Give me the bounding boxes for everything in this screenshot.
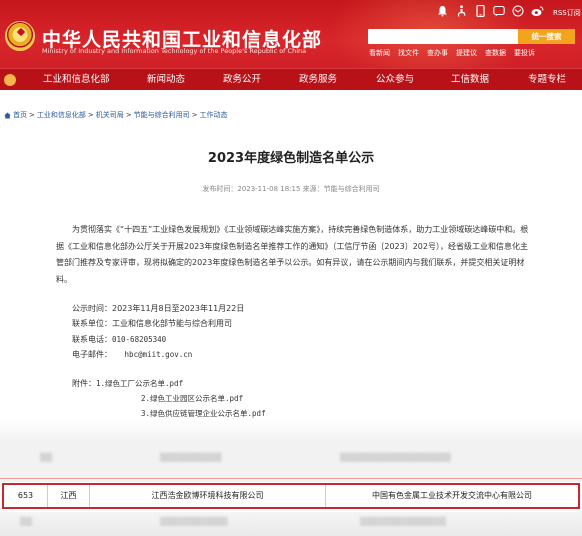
breadcrumb-sep: >	[87, 111, 94, 119]
article-meta: 发布时间：2023-11-08 18:15 来源：节能与综合利用司	[202, 185, 380, 193]
nav-item-topics[interactable]: 专题专栏	[528, 69, 566, 91]
breadcrumb-energy-dept[interactable]: 节能与综合利用司	[134, 110, 190, 120]
blurred-row-cell: ▒▒▒▒▒▒▒▒▒▒▒▒▒▒▒▒▒▒	[340, 453, 451, 462]
nav-logo-icon[interactable]	[4, 74, 16, 86]
attachments-label: 附件：	[72, 379, 96, 388]
blurred-overlay	[0, 512, 582, 536]
contact-unit: 联系单位：工业和信息化部节能与综合利用司	[72, 319, 232, 328]
mobile-icon[interactable]	[474, 4, 486, 19]
site-header: 中华人民共和国工业和信息化部 Ministry of Industry and …	[0, 0, 582, 68]
row-third-party: 中国有色金属工业技术开发交流中心有限公司	[372, 491, 532, 500]
quick-link-news[interactable]: 看新闻	[369, 48, 390, 58]
row-province: 江西	[48, 485, 90, 507]
attachment-link[interactable]: 3.绿色供应链管理企业公示名单.pdf	[141, 408, 266, 419]
email-address[interactable]: hbc@miit.gov.cn	[125, 350, 193, 359]
quick-link-data[interactable]: 查数据	[485, 48, 506, 58]
breadcrumb-sep: >	[29, 111, 35, 119]
rss-link[interactable]: RSS订阅	[553, 8, 581, 18]
nav-item-news[interactable]: 新闻动态	[147, 69, 185, 91]
blurred-overlay	[0, 420, 582, 482]
quick-link-complaints[interactable]: 要投诉	[514, 48, 535, 58]
contact-phone: 联系电话：010-68205340	[72, 334, 166, 345]
quick-link-suggestions[interactable]: 提建议	[456, 48, 477, 58]
blurred-row-cell: ▒▒▒▒▒▒▒▒▒▒▒	[160, 517, 228, 526]
bell-icon[interactable]	[436, 5, 448, 19]
quick-link-files[interactable]: 找文件	[398, 48, 419, 58]
phone-number: 010-68205340	[112, 335, 167, 344]
blurred-row-cell: ▒▒	[20, 517, 33, 526]
article-paragraph: 为贯彻落实《“十四五”工业绿色发展规划》《工业领域碳达峰实施方案》，持续完善绿色…	[56, 225, 529, 284]
row-index: 653	[4, 485, 48, 507]
breadcrumb-home[interactable]: 首页	[13, 110, 27, 120]
table-divider	[0, 478, 582, 479]
nav-item-ministry[interactable]: 工业和信息化部	[43, 69, 110, 91]
home-icon[interactable]	[4, 112, 11, 119]
quick-links: 看新闻 找文件 查办事 提建议 查数据 要投诉	[369, 48, 535, 58]
weibo-icon[interactable]	[531, 5, 544, 19]
breadcrumb-ministry[interactable]: 工业和信息化部	[37, 110, 86, 120]
wechat-icon[interactable]	[493, 5, 505, 19]
row-company: 江西浩金欧博环境科技有限公司	[90, 485, 326, 507]
breadcrumb-sep: >	[191, 111, 198, 119]
nav-item-participation[interactable]: 公众参与	[376, 69, 414, 91]
nav-item-services[interactable]: 政务服务	[299, 69, 337, 91]
breadcrumb: 首页 > 工业和信息化部 > 机关司局 > 节能与综合利用司 > 工作动态	[4, 110, 228, 120]
main-nav: 工业和信息化部 新闻动态 政务公开 政务服务 公众参与 工信数据 专题专栏	[0, 68, 582, 90]
accessibility-icon[interactable]	[455, 5, 467, 19]
phone-label: 联系电话：	[72, 335, 112, 344]
attachment-link[interactable]: 2.绿色工业园区公示名单.pdf	[141, 393, 243, 404]
email-icon[interactable]	[512, 5, 524, 19]
email-label: 电子邮件：	[72, 350, 112, 359]
breadcrumb-departments[interactable]: 机关司局	[96, 110, 124, 120]
nav-item-data[interactable]: 工信数据	[451, 69, 489, 91]
contact-email: 电子邮件： hbc@miit.gov.cn	[72, 349, 192, 360]
site-subtitle-en: Ministry of Industry and Information Tec…	[42, 47, 307, 55]
breadcrumb-sep: >	[125, 111, 132, 119]
notice-period: 公示时间：2023年11月8日至2023年11月22日	[72, 304, 245, 313]
national-emblem-logo[interactable]	[5, 21, 35, 51]
breadcrumb-work-news[interactable]: 工作动态	[200, 110, 228, 120]
header-tool-icons	[436, 4, 544, 19]
quick-link-services[interactable]: 查办事	[427, 48, 448, 58]
attachment-link[interactable]: 1.绿色工厂公示名单.pdf	[96, 378, 183, 389]
blurred-row-cell: ▒▒▒▒▒▒▒▒▒▒▒▒▒▒	[360, 517, 447, 526]
blurred-row-cell: ▒▒	[40, 453, 53, 462]
nav-item-gov-affairs[interactable]: 政务公开	[223, 69, 261, 91]
search-button[interactable]: 统一搜索	[518, 29, 575, 44]
blurred-row-cell: ▒▒▒▒▒▒▒▒▒▒	[160, 453, 222, 462]
article-title: 2023年度绿色制造名单公示	[207, 151, 375, 166]
highlighted-table-row[interactable]: 653 江西 江西浩金欧博环境科技有限公司 中国有色金属工业技术开发交流中心有限…	[2, 483, 580, 509]
